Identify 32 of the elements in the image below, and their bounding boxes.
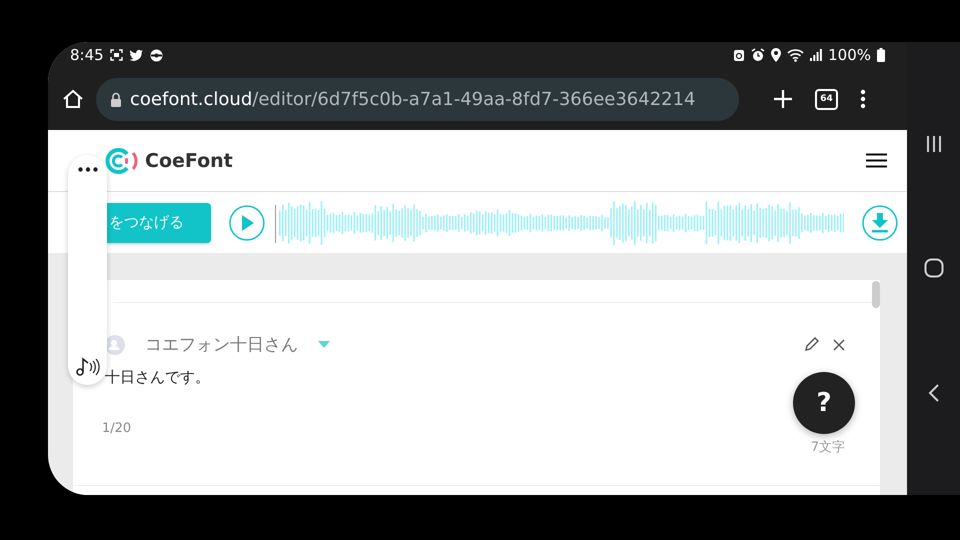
clock-time: 8:45: [70, 46, 104, 64]
screenshot-icon: [110, 49, 123, 61]
menu-icon[interactable]: [866, 153, 887, 168]
url-text: coefont.cloud/editor/6d7f5c0b-a7a1-49aa-8fd7-366ee3642214: [130, 88, 696, 110]
battery-icon: [877, 48, 885, 62]
address-bar[interactable]: coefont.cloud/editor/6d7f5c0b-a7a1-49aa-8fd7-366ee3642214: [96, 78, 739, 120]
logo-icon: [105, 148, 139, 174]
home-icon[interactable]: [62, 89, 84, 109]
recent-apps-icon[interactable]: [924, 134, 942, 153]
scrollbar-thumb[interactable]: [872, 281, 880, 308]
wifi-icon: [787, 48, 804, 62]
tab-count-button[interactable]: 64: [815, 88, 838, 110]
new-tab-icon[interactable]: [773, 89, 793, 109]
signal-icon: [810, 49, 822, 61]
alarm-icon: [751, 48, 766, 62]
close-icon[interactable]: [833, 338, 845, 350]
menu-icon[interactable]: [860, 89, 866, 109]
script-text[interactable]: 十日さんです。: [105, 368, 210, 387]
location-pin-icon: [771, 48, 782, 62]
round-badge-icon: [150, 48, 163, 62]
bird-icon: [128, 49, 144, 61]
lock-icon: [110, 92, 122, 106]
speaker-name[interactable]: コエフォン十日さん: [145, 333, 298, 356]
more-icon[interactable]: [78, 167, 98, 172]
battery-percent: 100%: [828, 46, 871, 64]
back-icon[interactable]: [928, 384, 940, 402]
character-count: 7文字: [810, 439, 845, 456]
music-note-sound-icon[interactable]: [76, 357, 100, 377]
brand-name: CoeFont: [145, 150, 234, 172]
edit-icon[interactable]: [804, 337, 819, 352]
line-index: 1/20: [102, 421, 132, 436]
home-button-icon[interactable]: [924, 258, 944, 278]
